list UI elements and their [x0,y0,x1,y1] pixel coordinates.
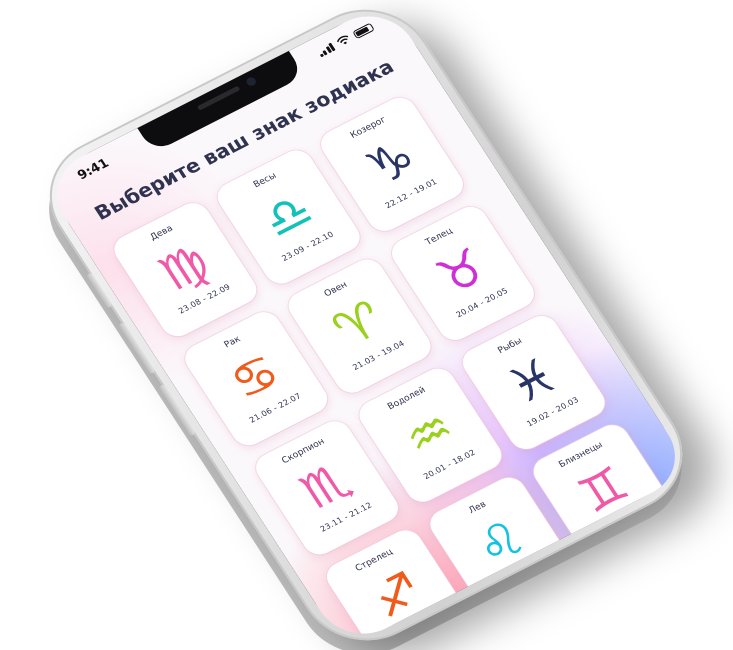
front-camera [244,75,258,88]
wifi-icon [336,35,349,45]
phone-screen: 9:41 Выберите ваш знак зодиака Дева ♍ 23… [39,0,693,650]
phone-mockup: 9:41 Выберите ваш знак зодиака Дева ♍ 23… [24,0,707,650]
status-time: 9:41 [74,156,112,184]
stage: 9:41 Выберите ваш знак зодиака Дева ♍ 23… [0,0,733,650]
signal-icon [316,42,336,58]
battery-icon [352,22,375,40]
